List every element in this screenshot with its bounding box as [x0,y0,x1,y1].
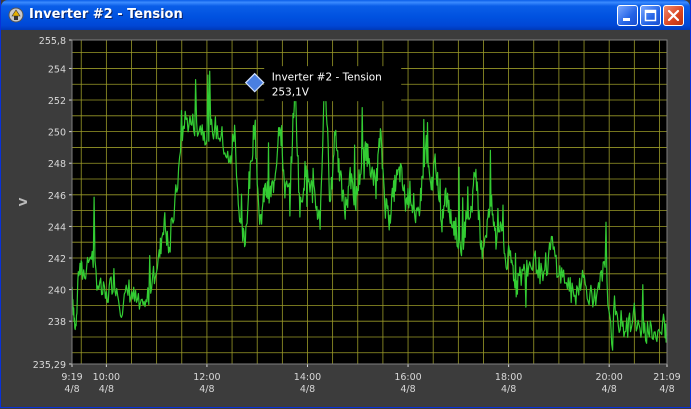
close-icon [667,9,680,22]
x-tick-label-date: 4/8 [501,384,516,395]
y-tick-label: 254 [48,64,66,75]
x-tick-label-time: 16:00 [394,372,421,383]
x-tick-label-date: 4/8 [400,384,415,395]
tension-chart[interactable]: 255,8 254 252 250 248 246 244 242 240 238 235,29 V 9… [5,30,688,405]
minimize-button[interactable] [617,5,638,26]
x-tick-label-time: 9:19 [61,372,82,383]
x-tick-label-time: 12:00 [193,372,220,383]
y-tick-label: 255,8 [39,36,66,47]
x-tick-label-date: 4/8 [199,384,214,395]
y-tick-label: 240 [48,286,66,297]
y-tick-label: 246 [48,191,66,202]
x-tick-label-date: 4/8 [659,384,674,395]
y-tick-label: 242 [48,254,66,265]
x-tick-label-date: 4/8 [602,384,617,395]
y-tick-label: 248 [48,159,66,170]
minimize-icon [623,18,630,21]
window-title: Inverter #2 - Tension [29,7,183,22]
tooltip-value: 253,1V [272,87,310,99]
x-tick-label-date: 4/8 [300,384,315,395]
maximize-button[interactable] [640,5,661,26]
application-window: Inverter #2 - Tension 255,8 254 252 250 248 2… [0,0,691,408]
y-tick-label: 244 [48,222,66,233]
tooltip-series-name: Inverter #2 - Tension [272,72,382,84]
maximize-icon [644,9,657,22]
x-tick-label-date: 4/8 [99,384,114,395]
y-tick-label: 235,29 [33,360,66,371]
x-tick-label-time: 14:00 [294,372,321,383]
x-tick-label-time: 10:00 [93,372,120,383]
chart-panel: 255,8 254 252 250 248 246 244 242 240 238 235,29 V 9… [5,30,688,405]
title-bar[interactable]: Inverter #2 - Tension [1,0,690,30]
y-tick-label: 252 [48,96,66,107]
close-button[interactable] [663,5,684,26]
y-tick-label: 238 [48,317,66,328]
inverter-app-icon [8,7,24,23]
x-tick-label-time: 18:00 [495,372,522,383]
x-tick-label-time: 20:00 [595,372,622,383]
y-tick-label: 250 [48,128,66,139]
x-tick-label-date: 4/8 [64,384,79,395]
x-tick-label-time: 21:09 [653,372,680,383]
y-axis-label: V [17,197,30,206]
